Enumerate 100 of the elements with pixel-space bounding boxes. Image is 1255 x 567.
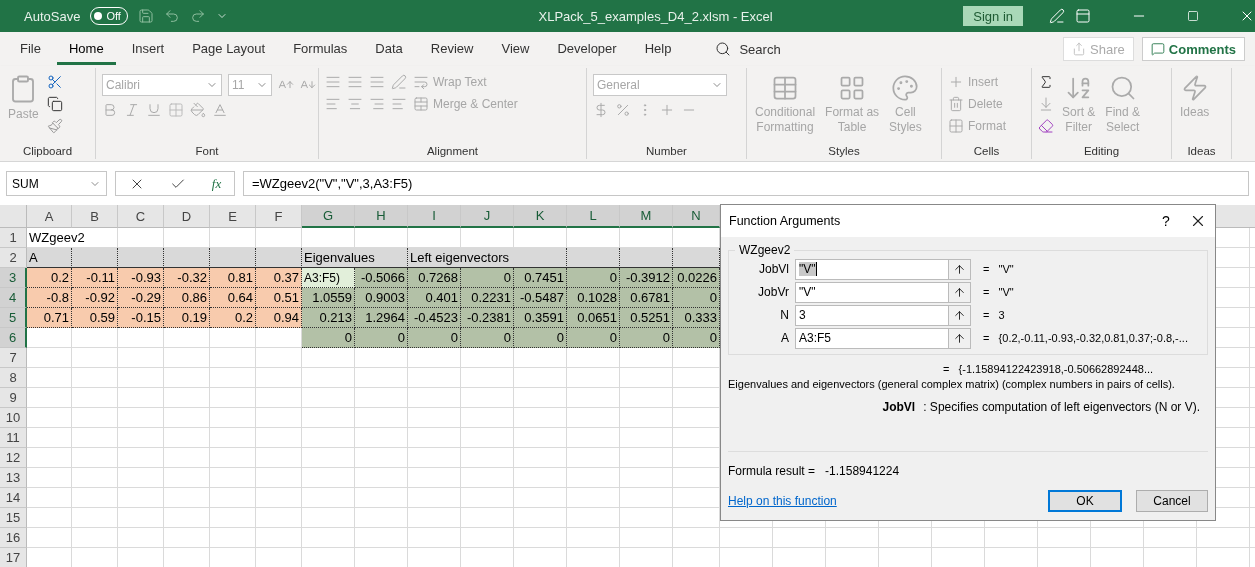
- borders-icon[interactable]: [168, 102, 184, 118]
- column-header[interactable]: H: [355, 205, 408, 228]
- row-header[interactable]: 1: [0, 228, 27, 248]
- collapse-button[interactable]: [948, 305, 970, 325]
- column-header[interactable]: D: [164, 205, 210, 228]
- currency-icon[interactable]: [593, 102, 609, 118]
- format-painter-icon[interactable]: [46, 118, 63, 134]
- comments-button[interactable]: Comments: [1141, 37, 1245, 61]
- menu-tab[interactable]: Insert: [119, 33, 177, 65]
- ok-button[interactable]: OK: [1048, 490, 1122, 512]
- row-header[interactable]: 4: [0, 288, 27, 308]
- table-cell: [210, 508, 256, 528]
- align-left-icon[interactable]: [325, 96, 341, 112]
- column-header[interactable]: C: [118, 205, 164, 228]
- select-all-button[interactable]: [0, 205, 27, 228]
- row-header[interactable]: 12: [0, 448, 27, 468]
- restore-icon[interactable]: [1187, 10, 1199, 22]
- row-header[interactable]: 9: [0, 388, 27, 408]
- name-box[interactable]: SUM: [6, 171, 107, 196]
- help-button[interactable]: ?: [1151, 212, 1181, 230]
- insert-function-button[interactable]: fx: [211, 175, 222, 192]
- align-top-icon[interactable]: [325, 74, 341, 90]
- fill-icon[interactable]: [1038, 96, 1054, 112]
- align-center-icon[interactable]: [347, 96, 363, 112]
- cut-icon[interactable]: [46, 74, 63, 90]
- formula-field[interactable]: =WZgeev2("V","V",3,A3:F5): [243, 171, 1249, 196]
- argument-value: = 3: [983, 309, 1005, 321]
- menu-tab[interactable]: Developer: [545, 33, 629, 65]
- cancel-button[interactable]: Cancel: [1136, 490, 1208, 512]
- table-cell: [164, 508, 210, 528]
- menu-tab[interactable]: File: [8, 33, 53, 65]
- menu-tab[interactable]: Formulas: [281, 33, 360, 65]
- eraser-icon[interactable]: [1038, 118, 1054, 134]
- table-cell: [210, 488, 256, 508]
- column-header[interactable]: F: [256, 205, 302, 228]
- column-header[interactable]: E: [210, 205, 256, 228]
- align-right-icon[interactable]: [369, 96, 385, 112]
- table-cell: [461, 508, 514, 528]
- fill-color-icon[interactable]: [190, 102, 206, 118]
- column-header[interactable]: B: [72, 205, 118, 228]
- align-bottom-icon[interactable]: [369, 74, 385, 90]
- collapse-button[interactable]: [948, 282, 970, 302]
- ribbon-display-icon[interactable]: [1075, 8, 1091, 24]
- pen-icon[interactable]: [1049, 8, 1065, 24]
- row-header[interactable]: 11: [0, 428, 27, 448]
- autosum-icon[interactable]: [1038, 74, 1054, 90]
- save-icon[interactable]: [137, 8, 154, 24]
- help-link[interactable]: Help on this function: [728, 494, 1034, 508]
- table-cell: [302, 468, 355, 488]
- argument-field[interactable]: 3: [795, 304, 971, 326]
- row-header[interactable]: 17: [0, 548, 27, 567]
- search-icon[interactable]: [715, 41, 732, 57]
- menu-tab[interactable]: Review: [418, 33, 486, 65]
- column-header[interactable]: G: [302, 205, 355, 228]
- bold-icon[interactable]: [102, 102, 118, 118]
- column-header[interactable]: J: [461, 205, 514, 228]
- table-cell: [256, 448, 302, 468]
- align-middle-icon[interactable]: [347, 74, 363, 90]
- column-header[interactable]: A: [27, 205, 72, 228]
- table-cell: [673, 348, 720, 368]
- sign-in-button[interactable]: Sign in: [963, 6, 1023, 26]
- table-cell: [408, 368, 461, 388]
- row-header[interactable]: 14: [0, 488, 27, 508]
- table-cell: [514, 368, 567, 388]
- font-color-icon[interactable]: [212, 102, 228, 118]
- table-cell: [408, 228, 461, 248]
- row-header[interactable]: 13: [0, 468, 27, 488]
- percent-icon[interactable]: [615, 102, 631, 118]
- share-icon: [1072, 42, 1087, 56]
- column-header[interactable]: N: [673, 205, 720, 228]
- row-header[interactable]: 2: [0, 248, 27, 268]
- redo-icon[interactable]: [189, 8, 206, 24]
- row-header[interactable]: 8: [0, 368, 27, 388]
- collapse-button[interactable]: [948, 259, 970, 279]
- row-header[interactable]: 15: [0, 508, 27, 528]
- argument-field[interactable]: A3:F5: [795, 327, 971, 349]
- menu-tab[interactable]: Page Layout: [180, 33, 278, 65]
- column-header[interactable]: I: [408, 205, 461, 228]
- undo-icon[interactable]: [163, 8, 180, 24]
- argument-field[interactable]: "V": [795, 281, 971, 303]
- copy-icon[interactable]: [46, 96, 63, 112]
- argument-field[interactable]: "V": [795, 258, 971, 280]
- collapse-button[interactable]: [948, 328, 970, 348]
- row-header[interactable]: 3: [0, 268, 27, 288]
- row-header[interactable]: 6: [0, 328, 27, 348]
- search-field[interactable]: Search: [739, 41, 781, 57]
- menu-tab[interactable]: Data: [363, 33, 415, 65]
- menu-tab[interactable]: Help: [632, 33, 684, 65]
- menu-tab[interactable]: View: [489, 33, 542, 65]
- row-header[interactable]: 5: [0, 308, 27, 328]
- italic-icon[interactable]: [124, 102, 140, 118]
- table-cell: 0.2: [27, 268, 72, 288]
- row-header[interactable]: 10: [0, 408, 27, 428]
- row-header[interactable]: 16: [0, 528, 27, 548]
- column-header[interactable]: K: [514, 205, 567, 228]
- column-header[interactable]: M: [620, 205, 673, 228]
- column-header[interactable]: L: [567, 205, 620, 228]
- underline-icon[interactable]: [146, 102, 162, 118]
- argument-label: JobVr: [757, 285, 789, 299]
- row-header[interactable]: 7: [0, 348, 27, 368]
